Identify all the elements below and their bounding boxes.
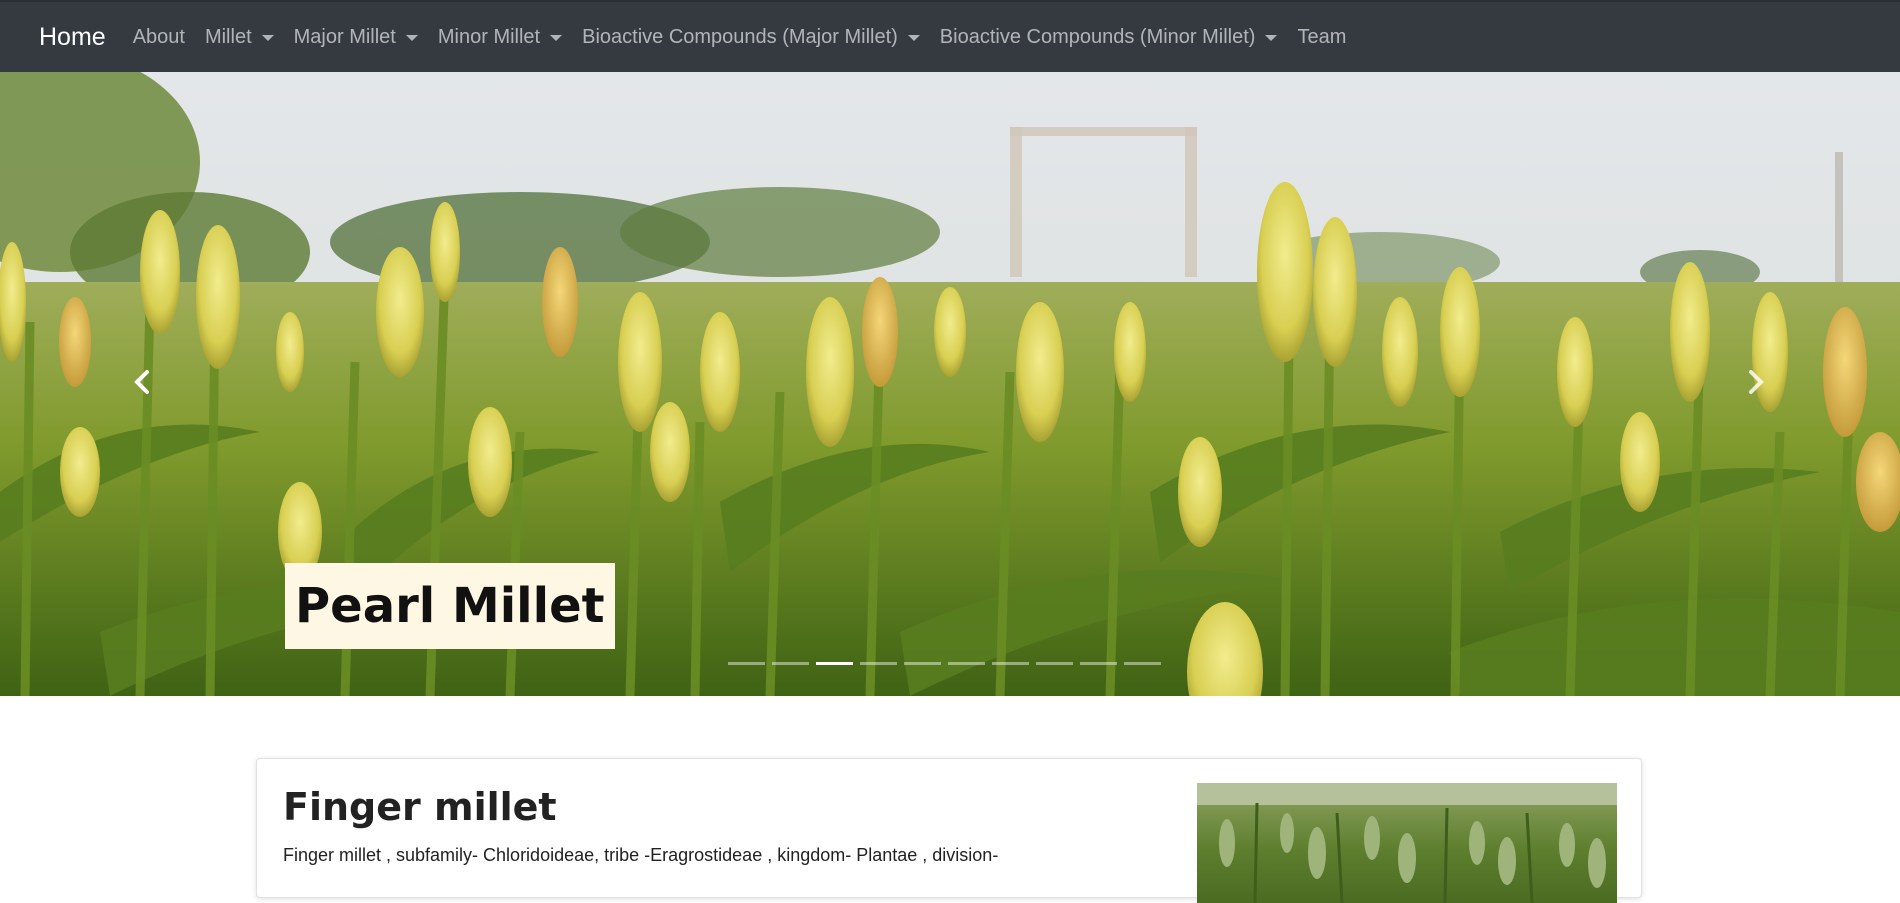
carousel-indicator[interactable]: [992, 662, 1029, 665]
finger-millet-card: Finger millet Finger millet , subfamily-…: [256, 758, 1642, 903]
nav-label: Bioactive Compounds (Minor Millet): [939, 25, 1256, 48]
carousel-indicators: [728, 662, 1161, 665]
top-navbar: Home About Millet Major Millet Minor Mil…: [0, 0, 1900, 72]
card-title: Finger millet: [283, 785, 557, 829]
nav-label: Bioactive Compounds (Major Millet): [582, 25, 898, 48]
caret-down-icon: [261, 35, 274, 41]
caret-down-icon: [907, 35, 920, 41]
nav-item-minor-millet[interactable]: Minor Millet: [428, 26, 572, 49]
nav-label: Minor Millet: [437, 25, 541, 48]
brand-home-link[interactable]: Home: [39, 23, 106, 52]
card-description: Finger millet , subfamily- Chloridoideae…: [283, 845, 999, 865]
nav-item-about[interactable]: About: [123, 26, 195, 49]
nav-item-millet[interactable]: Millet: [195, 26, 284, 49]
nav-label: Major Millet: [293, 25, 396, 48]
chevron-left-icon: [134, 370, 149, 394]
nav-label: About: [132, 25, 185, 48]
carousel-indicator[interactable]: [1036, 662, 1073, 665]
carousel-indicator[interactable]: [904, 662, 941, 665]
caret-down-icon: [405, 35, 418, 41]
caret-down-icon: [1265, 35, 1278, 41]
carousel-indicator[interactable]: [1124, 662, 1161, 665]
carousel-indicator-active[interactable]: [816, 662, 853, 665]
carousel-indicator[interactable]: [1080, 662, 1117, 665]
slide-caption: Pearl Millet: [285, 563, 615, 649]
hero-carousel: Pearl Millet: [0, 72, 1900, 696]
carousel-indicator[interactable]: [948, 662, 985, 665]
nav-item-bioactive-major[interactable]: Bioactive Compounds (Major Millet): [572, 26, 930, 49]
finger-millet-image: [1197, 783, 1617, 903]
nav-item-major-millet[interactable]: Major Millet: [284, 26, 428, 49]
nav-item-team[interactable]: Team: [1287, 26, 1356, 49]
finger-millet-photo: [1197, 783, 1617, 903]
carousel-next-button[interactable]: [1736, 362, 1776, 402]
nav-item-bioactive-minor[interactable]: Bioactive Compounds (Minor Millet): [930, 26, 1288, 49]
chevron-right-icon: [1749, 370, 1764, 394]
carousel-prev-button[interactable]: [122, 362, 162, 402]
carousel-indicator[interactable]: [860, 662, 897, 665]
carousel-indicator[interactable]: [728, 662, 765, 665]
nav-label: Millet: [204, 25, 252, 48]
nav-label: Team: [1297, 25, 1347, 48]
carousel-indicator[interactable]: [772, 662, 809, 665]
caret-down-icon: [550, 35, 563, 41]
